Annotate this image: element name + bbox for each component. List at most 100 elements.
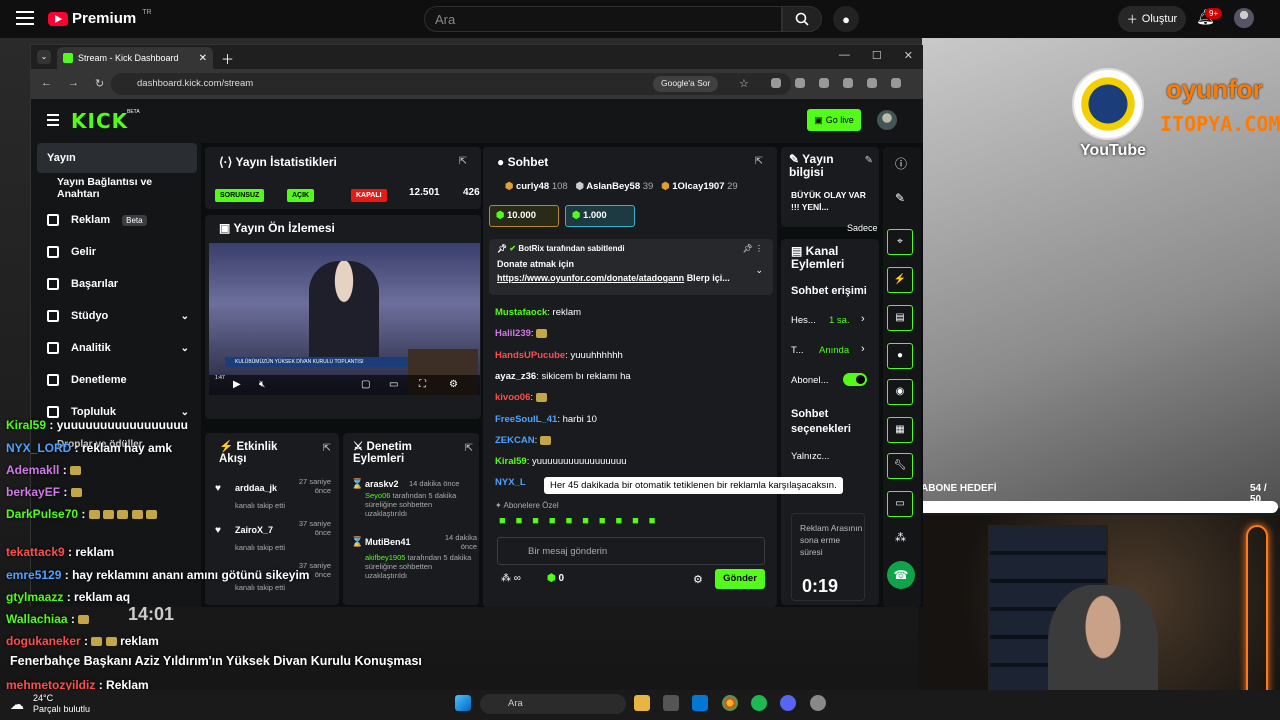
top-user[interactable]: ⬢ curly48 108 (505, 181, 568, 192)
activity-user[interactable]: arddaa_jk (235, 483, 277, 493)
gear-icon[interactable]: ⚙ (449, 379, 458, 390)
gift-goal[interactable]: ⬢ 1.000 (565, 205, 635, 227)
youtube-logo[interactable]: Premium TR (48, 9, 152, 27)
popout-icon[interactable]: ⇱ (323, 443, 331, 454)
chat-username[interactable]: Halil239 (495, 328, 531, 339)
setting-value[interactable]: Anında (819, 345, 849, 356)
subscriber-toggle[interactable] (843, 373, 867, 386)
theater-icon[interactable]: ▭ (389, 379, 398, 390)
popout-icon[interactable]: ⇱ (465, 443, 473, 454)
google-ask-button[interactable]: Google'a Sor (653, 76, 719, 92)
clip-icon[interactable]: ⌖ (887, 229, 913, 255)
extension-icon[interactable] (771, 78, 781, 88)
moderation-user[interactable]: araskv2 (365, 479, 399, 489)
emote-bar[interactable]: ■■■■■■■■■■ (499, 515, 665, 527)
browser-tab[interactable]: Stream - Kick Dashboard ✕ (57, 47, 213, 69)
profile-icon[interactable] (867, 78, 877, 88)
menu-icon[interactable] (16, 11, 34, 25)
chat-username[interactable]: kivoo06 (495, 392, 530, 403)
mic-icon[interactable]: ● (833, 6, 859, 32)
stream-preview[interactable]: KULÜBÜMÜZÜN YÜKSEK DİVAN KURULU TOPLANTI… (209, 243, 480, 395)
player-controls[interactable]: 1:47 ▶ 🔇︎ ▢ ▭ ⛶ ⚙ (209, 375, 480, 395)
spotify-icon[interactable] (751, 695, 767, 711)
popout-icon[interactable]: ⇱ (459, 156, 467, 167)
gift-goal[interactable]: ⬢ 10.000 (489, 205, 559, 227)
extension-icon[interactable] (795, 78, 805, 88)
weather-widget[interactable]: 24°C Parçalı bulutlu (33, 693, 90, 715)
info-icon[interactable]: ⓘ (895, 155, 907, 172)
setting-value[interactable]: 1 sa. (829, 315, 850, 326)
chat-username[interactable]: ZEKCAN (495, 435, 535, 446)
points-icon[interactable]: ⁂ ∞ (501, 573, 521, 584)
taskbar-search[interactable]: Ara (480, 694, 626, 714)
sidebar-item-ads[interactable]: Reklam Beta (37, 205, 197, 235)
menu-icon[interactable] (47, 114, 59, 129)
file-explorer-icon[interactable] (634, 695, 650, 711)
bolt-icon[interactable]: ⚡ (887, 267, 913, 293)
edit-icon[interactable]: ✎ (865, 155, 873, 166)
layout-icon[interactable]: ▦ (887, 417, 913, 443)
new-tab-icon[interactable]: ＋ (221, 49, 234, 68)
wrench-icon[interactable]: 🔧︎ (887, 453, 913, 479)
chat-username[interactable]: Kiral59 (495, 456, 527, 467)
notes-icon[interactable]: ▤ (887, 305, 913, 331)
mail-icon[interactable] (692, 695, 708, 711)
puzzle-icon[interactable] (819, 78, 829, 88)
tab-search-icon[interactable]: ⌄ (37, 50, 51, 64)
top-user[interactable]: ⬢ 1Olcay1907 29 (661, 181, 737, 192)
store-icon[interactable] (663, 695, 679, 711)
pinned-link[interactable]: https://www.oyunfor.com/donate/atadogann… (497, 273, 730, 283)
broadcast-icon[interactable]: ◉ (887, 379, 913, 405)
obs-icon[interactable] (810, 695, 826, 711)
gear-icon[interactable]: ⚙ (693, 573, 703, 586)
chevron-down-icon[interactable]: ⌄ (755, 265, 763, 276)
windows-start-icon[interactable] (455, 695, 471, 711)
top-user[interactable]: ⬢ AslanBey58 39 (576, 181, 654, 192)
pip-icon[interactable]: ▢ (361, 379, 370, 390)
minimize-icon[interactable]: — (839, 49, 850, 62)
sidebar-item-stream[interactable]: Yayın (37, 143, 197, 173)
sidebar-item-revenue[interactable]: Gelir (37, 237, 197, 267)
support-icon[interactable]: ☎ (887, 561, 915, 589)
avatar[interactable] (877, 110, 897, 130)
maximize-icon[interactable]: ☐ (872, 49, 882, 62)
fullscreen-icon[interactable]: ⛶ (419, 379, 426, 390)
avatar[interactable] (1234, 8, 1254, 28)
chat-username[interactable]: ayaz_z36 (495, 371, 536, 382)
mute-icon[interactable]: 🔇︎ (259, 379, 265, 390)
sidebar-item-achievements[interactable]: Başarılar (37, 269, 197, 299)
create-button[interactable]: ＋ Oluştur (1118, 6, 1186, 32)
chat-username[interactable]: Mustafaock (495, 307, 547, 318)
send-button[interactable]: Gönder (715, 569, 765, 589)
chat-icon[interactable]: ● (887, 343, 913, 369)
bookmark-star-icon[interactable]: ☆ (739, 77, 749, 90)
close-window-icon[interactable]: ✕ (904, 49, 913, 62)
activity-user[interactable]: ZairoX_7 (235, 525, 273, 535)
moderation-user[interactable]: MutiBen41 (365, 537, 411, 547)
sidebar-item-moderation[interactable]: Denetleme (37, 365, 197, 395)
reload-icon[interactable]: ↻ (95, 77, 104, 90)
close-tab-icon[interactable]: ✕ (199, 53, 207, 64)
pinned-message[interactable]: 📌︎ ✔ BotRix tarafından sabitlendi 📌︎ ⋮ D… (489, 239, 773, 295)
chat-username[interactable]: FreeSoulL_41 (495, 414, 557, 425)
pin-icon[interactable]: 📌︎ ⋮ (743, 244, 763, 253)
go-live-button[interactable]: ▣ Go live (807, 109, 861, 131)
back-icon[interactable]: ← (41, 77, 52, 90)
sidebar-item-studio[interactable]: Stüdyo ⌄ (37, 301, 197, 331)
chevron-right-icon[interactable]: › (861, 343, 865, 355)
sidebar-item-stream-key[interactable]: Yayın Bağlantısı ve Anahtarı (37, 173, 197, 203)
chat-username[interactable]: NYX_L (495, 477, 526, 488)
edit-icon[interactable]: ✎ (895, 191, 905, 205)
kick-logo[interactable]: KICK (71, 109, 128, 133)
more-icon[interactable] (891, 78, 901, 88)
discord-icon[interactable] (780, 695, 796, 711)
search-input[interactable]: Ara (424, 6, 782, 32)
chevron-right-icon[interactable]: › (861, 313, 865, 325)
media-icon[interactable] (843, 78, 853, 88)
chrome-icon[interactable] (722, 695, 738, 711)
search-button[interactable] (782, 6, 822, 32)
chat-username[interactable]: HandsUPucube (495, 350, 565, 361)
share-icon[interactable]: ⁂ (895, 531, 906, 544)
popout-icon[interactable]: ⇱ (755, 156, 763, 167)
window-icon[interactable]: ▭ (887, 491, 913, 517)
